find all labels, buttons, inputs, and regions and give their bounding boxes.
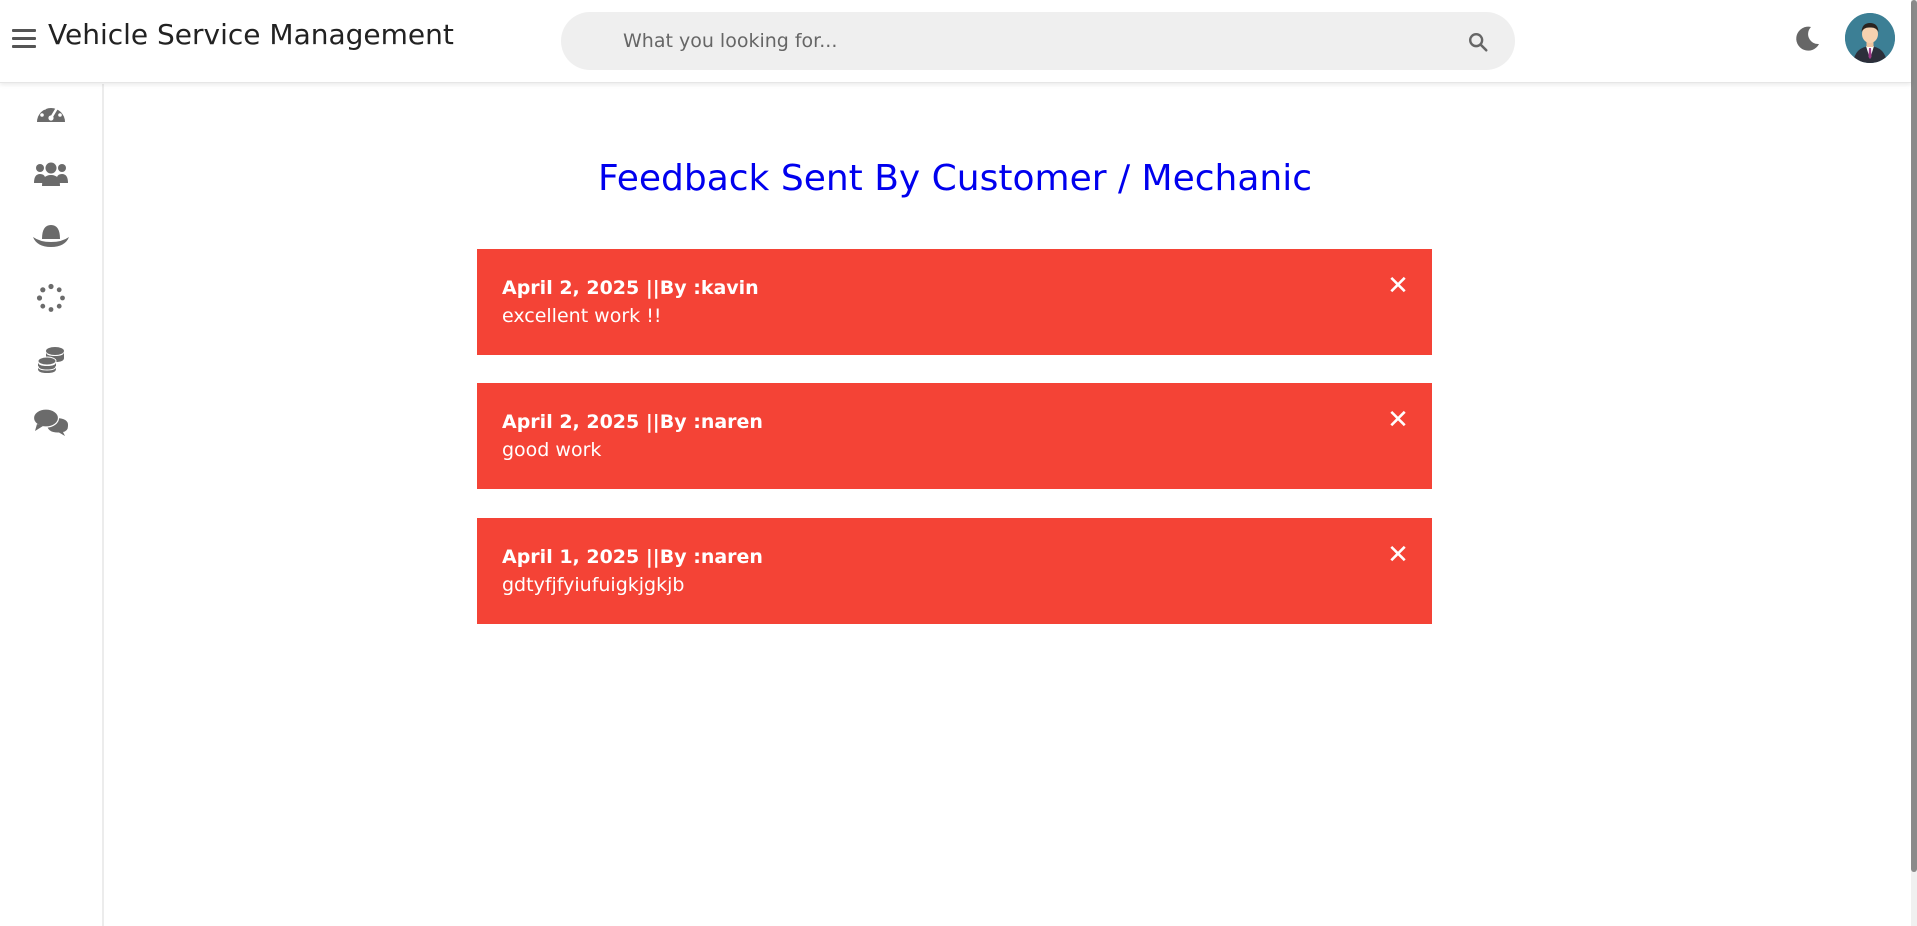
- mechanic-hat-icon: [33, 225, 69, 247]
- search-input[interactable]: [623, 12, 1423, 70]
- sidebar-item-mechanics[interactable]: [30, 216, 72, 256]
- sidebar-item-requests[interactable]: [30, 278, 72, 318]
- search-icon[interactable]: [1467, 31, 1489, 53]
- menu-toggle-icon[interactable]: [12, 29, 36, 49]
- top-navbar: Vehicle Service Management: [0, 0, 1911, 83]
- users-icon: [34, 162, 68, 186]
- spinner-dots-icon: [36, 283, 65, 312]
- feedback-header: April 1, 2025 ||By :naren: [502, 546, 763, 568]
- dark-mode-moon-icon[interactable]: [1792, 24, 1822, 54]
- page-scrollbar[interactable]: [1911, 0, 1917, 926]
- user-avatar[interactable]: [1845, 13, 1895, 63]
- page-title: Feedback Sent By Customer / Mechanic: [597, 158, 1313, 199]
- chat-bubbles-icon: [33, 408, 69, 436]
- coins-icon: [37, 347, 64, 373]
- close-icon[interactable]: ✕: [1383, 271, 1413, 301]
- feedback-card: April 2, 2025 ||By :kavin excellent work…: [477, 249, 1432, 355]
- sidebar-item-customers[interactable]: [30, 154, 72, 194]
- feedback-card: April 1, 2025 ||By :naren gdtyfjfyiufuig…: [477, 518, 1432, 624]
- feedback-message: excellent work !!: [502, 305, 662, 327]
- feedback-header: April 2, 2025 ||By :kavin: [502, 277, 759, 299]
- sidebar-item-dashboard[interactable]: [30, 92, 72, 132]
- sidebar: [0, 84, 104, 926]
- sidebar-item-payments[interactable]: [30, 340, 72, 380]
- avatar-person-icon: [1845, 13, 1895, 63]
- search-bar: [561, 12, 1515, 70]
- close-icon[interactable]: ✕: [1383, 540, 1413, 570]
- feedback-message: good work: [502, 439, 602, 461]
- scrollbar-thumb[interactable]: [1911, 0, 1917, 872]
- app-title: Vehicle Service Management: [48, 18, 454, 51]
- feedback-card: April 2, 2025 ||By :naren good work ✕: [477, 383, 1432, 489]
- close-icon[interactable]: ✕: [1383, 405, 1413, 435]
- sidebar-item-feedback[interactable]: [30, 402, 72, 442]
- dashboard-gauge-icon: [37, 103, 65, 122]
- feedback-header: April 2, 2025 ||By :naren: [502, 411, 763, 433]
- feedback-message: gdtyfjfyiufuigkjgkjb: [502, 574, 685, 596]
